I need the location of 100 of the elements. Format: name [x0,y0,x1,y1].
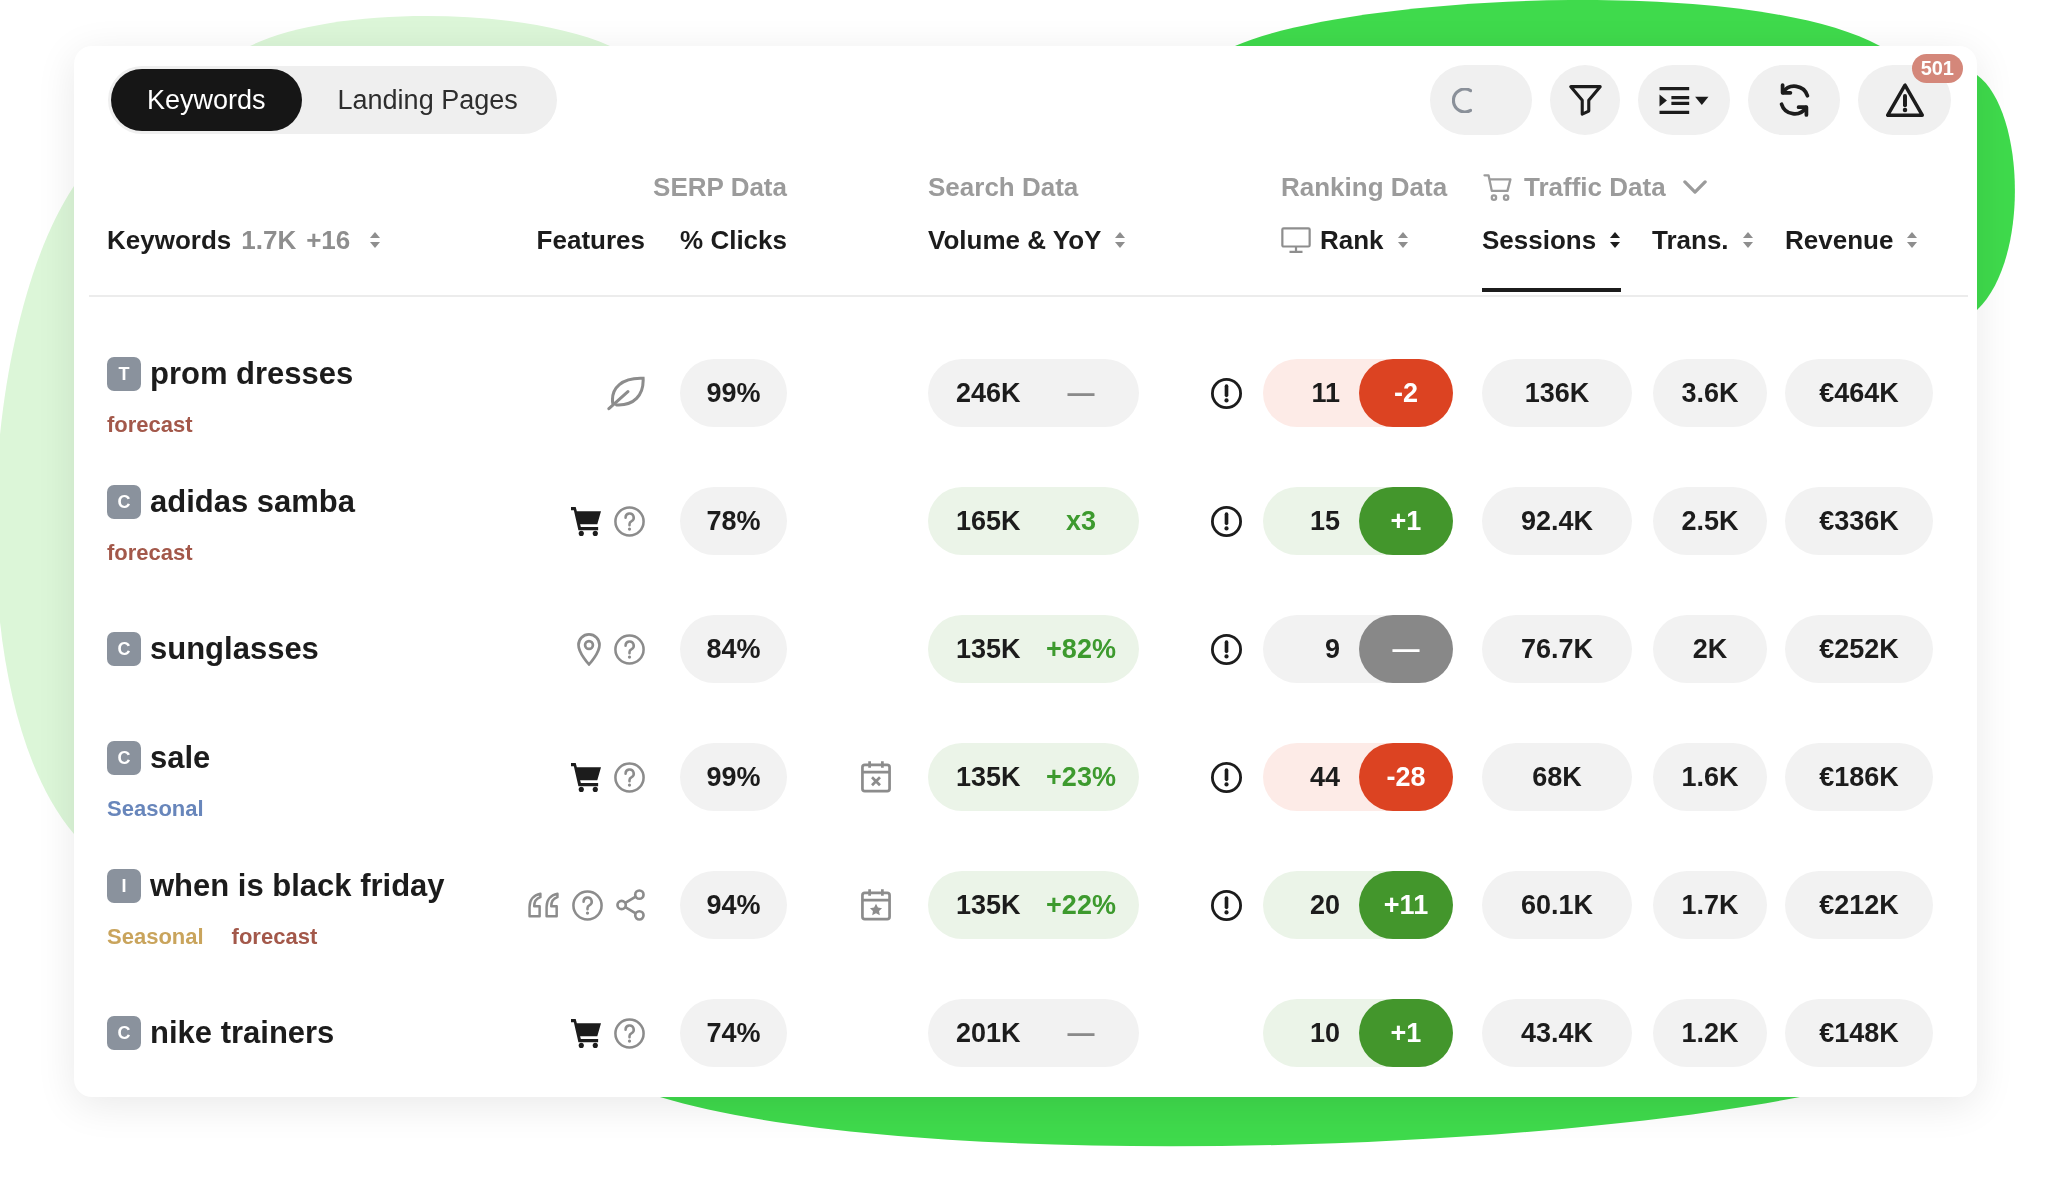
share-icon [616,889,645,921]
rank-value: 15 [1309,504,1341,538]
monitor-icon [1281,227,1311,253]
revenue-badge: €464K [1785,359,1933,427]
help-icon [614,505,645,537]
sort-icon [1741,231,1754,249]
intent-badge: T [107,357,141,391]
keyword-text: prom dresses [150,355,354,393]
column-header: Features [536,223,645,257]
calendar-cross-icon [861,761,891,793]
sort-icon [1906,231,1919,249]
cart-icon [1483,173,1513,201]
alert-icon[interactable] [1211,761,1242,793]
rank-change-badge: -2 [1359,359,1453,427]
rank-change-badge: -28 [1359,743,1453,811]
volume-value: 135K [956,760,1021,794]
rank-change-badge: +11 [1359,871,1453,939]
clicks-badge: 78% [680,487,787,555]
rank-value: 44 [1309,760,1341,794]
notification-badge: 501 [1911,54,1963,83]
transactions-badge: 1.7K [1653,871,1767,939]
yoy-change: — [1066,376,1096,410]
cart-icon [571,762,601,792]
revenue-badge: €186K [1785,743,1933,811]
column-header: % Clicks [680,223,787,257]
help-icon [572,889,603,921]
rank-value: 9 [1324,632,1341,666]
tag-label: Seasonal [107,795,204,823]
revenue-badge: €148K [1785,999,1933,1067]
rank-value: 20 [1309,888,1341,922]
rank-value: 11 [1311,376,1341,410]
alert-icon[interactable] [1211,633,1242,665]
column-header[interactable]: Trans. [1652,220,1754,260]
clicks-badge: 99% [680,743,787,811]
cart-icon [571,1018,601,1048]
volume-value: 165K [956,504,1021,538]
yoy-change: — [1066,1016,1096,1050]
sort-icon [369,231,382,249]
volume-value: 201K [956,1016,1021,1050]
keyword-text: adidas samba [150,483,356,521]
keyword-text: nike trainers [150,1014,335,1052]
intent-badge: I [107,869,141,903]
tag-label: forecast [107,539,193,567]
keyword-text: when is black friday [150,867,445,905]
column-header[interactable]: Volume & YoY [928,220,1127,260]
volume-value: 135K [956,632,1021,666]
sort-icon [1609,231,1622,249]
column-header[interactable]: Revenue [1785,220,1919,260]
clicks-badge: 74% [680,999,787,1067]
yoy-change: +82% [1045,632,1117,666]
alert-icon[interactable] [1211,377,1242,409]
revenue-badge: €212K [1785,871,1933,939]
transactions-badge: 2.5K [1653,487,1767,555]
filter-icon [1568,84,1602,116]
chevron-down-icon[interactable] [1682,180,1707,194]
tag-label: forecast [231,923,318,951]
column-header[interactable]: Keywords 1.7K +16 [107,220,382,260]
sessions-badge: 92.4K [1482,487,1632,555]
column-header[interactable]: Rank [1320,220,1409,260]
revenue-badge: €252K [1785,615,1933,683]
transactions-badge: 1.6K [1653,743,1767,811]
tag-label: forecast [107,411,193,439]
group-header: Ranking Data [1281,170,1448,204]
tab[interactable]: Keywords [111,69,302,131]
map-pin-icon [577,632,601,666]
intent-badge: C [107,741,141,775]
cart-icon [571,506,601,536]
transactions-badge: 3.6K [1653,359,1767,427]
rank-change-badge: +1 [1359,999,1453,1067]
sort-icon [1114,231,1127,249]
help-icon [614,761,645,793]
refresh-icon [1778,83,1810,117]
transactions-badge: 2K [1653,615,1767,683]
tag-label: Seasonal [107,923,204,951]
sessions-badge: 68K [1482,743,1632,811]
indent-icon [1658,86,1710,114]
sessions-badge: 43.4K [1482,999,1632,1067]
group-header: Traffic Data [1524,170,1666,204]
group-header: SERP Data [653,170,787,204]
alert-icon[interactable] [1211,889,1242,921]
help-icon [614,1017,645,1049]
sessions-badge: 136K [1482,359,1632,427]
keyword-change: +16 [306,223,351,257]
quote-icon [528,892,559,918]
rank-change-badge: +1 [1359,487,1453,555]
keyword-text: sunglasses [150,630,319,668]
warning-icon [1885,83,1924,117]
tab[interactable]: Landing Pages [301,69,554,131]
intent-badge: C [107,1016,141,1050]
volume-value: 135K [956,888,1021,922]
revenue-badge: €336K [1785,487,1933,555]
keyword-text: sale [150,739,211,777]
alert-icon[interactable] [1211,505,1242,537]
sessions-badge: 60.1K [1482,871,1632,939]
rank-change-badge: — [1359,615,1453,683]
leaf-icon [607,375,645,411]
yoy-change: x3 [1064,504,1097,538]
transactions-badge: 1.2K [1653,999,1767,1067]
yoy-change: +22% [1045,888,1117,922]
keyword-count: 1.7K [241,223,297,257]
